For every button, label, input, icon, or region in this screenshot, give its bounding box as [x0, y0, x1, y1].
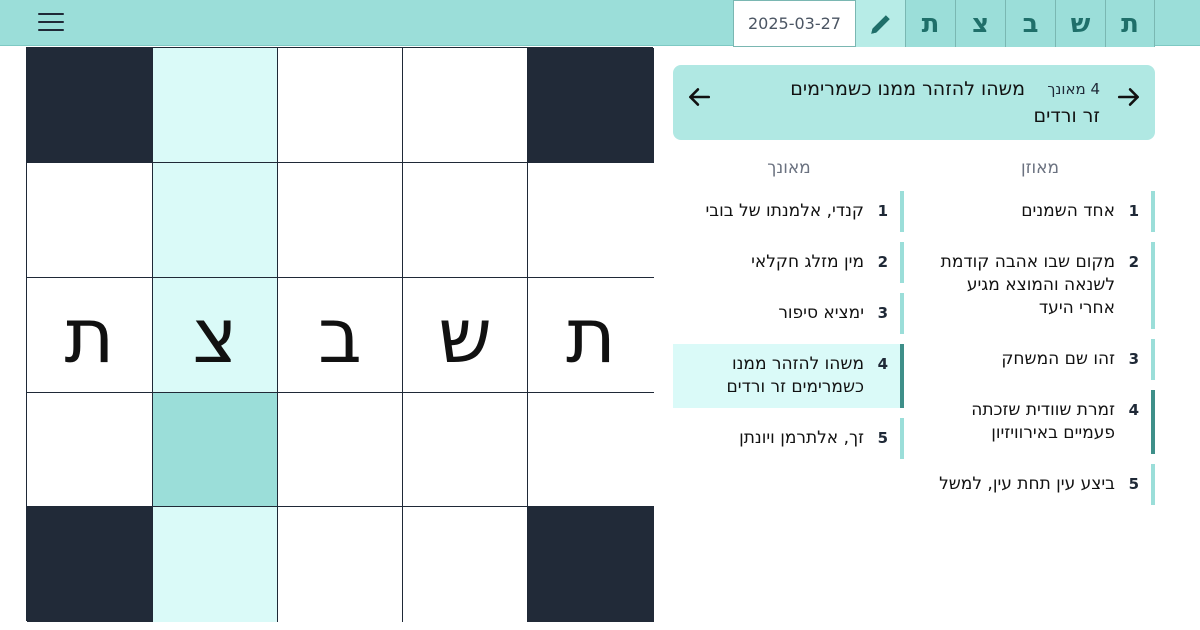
clue-text: אחד השמנים	[1021, 201, 1115, 221]
black-cell	[528, 507, 654, 622]
across-header: מאוזן	[1020, 158, 1060, 178]
down-clue-3[interactable]: 3 ימציא סיפור	[673, 293, 904, 334]
letter-button-shin[interactable]: ש	[1055, 0, 1105, 47]
across-clue-1[interactable]: 1 אחד השמנים	[918, 191, 1155, 232]
down-header: מאונך	[767, 158, 811, 178]
down-clue-5[interactable]: 5 זך, אלתרמן ויונתן	[673, 418, 904, 459]
grid-cell[interactable]: צ	[153, 278, 278, 393]
current-clue-text: משהו להזהר ממנו כשמרימים זר ורדים	[790, 78, 1100, 127]
grid-cell[interactable]	[153, 507, 278, 622]
grid-cell[interactable]	[27, 393, 153, 507]
arrow-left-icon	[689, 88, 711, 106]
grid-cell[interactable]	[528, 393, 654, 507]
clue-text: ימציא סיפור	[778, 303, 864, 323]
letter-button-tav-2[interactable]: ת	[905, 0, 955, 47]
clue-number: 2	[1128, 253, 1139, 271]
down-clue-1[interactable]: 1 קנדי, אלמנתו של בובי	[673, 191, 904, 232]
across-clue-4[interactable]: 4 זמרת שוודית שזכתה פעמיים באירוויזיון	[918, 390, 1155, 454]
across-clue-5[interactable]: 5 ביצע עין תחת עין, למשל	[918, 464, 1155, 505]
clue-number: 4	[877, 355, 888, 373]
grid-cell[interactable]: ת	[27, 278, 153, 393]
grid-cell[interactable]	[153, 393, 278, 507]
edit-button[interactable]	[855, 0, 905, 47]
grid-cell[interactable]	[278, 48, 403, 163]
clue-number: 3	[1128, 350, 1139, 368]
crossword-grid: תצבשת	[26, 47, 654, 622]
current-clue-banner: 4 מאונך משהו להזהר ממנו כשמרימים זר ורדי…	[673, 65, 1155, 140]
clue-text: ביצע עין תחת עין, למשל	[939, 474, 1115, 494]
down-clue-4[interactable]: 4 משהו להזהר ממנו כשמרימים זר ורדים	[673, 344, 904, 408]
clue-text: מקום שבו אהבה קודמת לשנאה והמוצא מגיע אח…	[940, 252, 1115, 318]
letter-button-tav-1[interactable]: ת	[1105, 0, 1155, 47]
prev-clue-button[interactable]	[683, 81, 715, 113]
date-picker[interactable]: 2025-03-27	[733, 0, 855, 47]
letter-button-tsadi[interactable]: צ	[955, 0, 1005, 47]
clue-text: מין מזלג חקלאי	[751, 252, 864, 272]
grid-cell[interactable]	[153, 48, 278, 163]
toolbar: ת ש ב צ ת 2025-03-27	[733, 0, 1155, 47]
grid-cell[interactable]	[528, 163, 654, 278]
grid-cell[interactable]	[403, 163, 528, 278]
down-clue-list: 1 קנדי, אלמנתו של בובי 2 מין מזלג חקלאי …	[673, 191, 904, 469]
next-clue-button[interactable]	[1113, 81, 1145, 113]
grid-cell[interactable]: ש	[403, 278, 528, 393]
clue-text: זך, אלתרמן ויונתן	[739, 428, 864, 448]
clue-number: 5	[1128, 475, 1139, 493]
grid-cell[interactable]	[403, 507, 528, 622]
across-clue-3[interactable]: 3 זהו שם המשחק	[918, 339, 1155, 380]
grid-cell[interactable]: ב	[278, 278, 403, 393]
clue-number: 1	[877, 202, 888, 220]
grid-cell[interactable]: ת	[528, 278, 654, 393]
grid-cell[interactable]	[278, 507, 403, 622]
clue-number: 1	[1128, 202, 1139, 220]
across-clue-2[interactable]: 2 מקום שבו אהבה קודמת לשנאה והמוצא מגיע …	[918, 242, 1155, 329]
grid-cell[interactable]	[403, 393, 528, 507]
down-clue-2[interactable]: 2 מין מזלג חקלאי	[673, 242, 904, 283]
clue-text: זהו שם המשחק	[1001, 349, 1115, 369]
letter-button-bet[interactable]: ב	[1005, 0, 1055, 47]
pencil-icon	[870, 14, 890, 34]
grid-cell[interactable]	[278, 163, 403, 278]
hamburger-menu-icon[interactable]	[38, 13, 64, 33]
clue-text: קנדי, אלמנתו של בובי	[705, 201, 864, 221]
black-cell	[528, 48, 654, 163]
clue-number: 2	[877, 253, 888, 271]
clue-number: 5	[877, 429, 888, 447]
grid-cell[interactable]	[403, 48, 528, 163]
grid-cell[interactable]	[27, 163, 153, 278]
grid-cell[interactable]	[153, 163, 278, 278]
clue-number: 3	[877, 304, 888, 322]
top-bar: ת ש ב צ ת 2025-03-27	[0, 0, 1200, 47]
arrow-right-icon	[1117, 88, 1139, 106]
black-cell	[27, 507, 153, 622]
clue-text: משהו להזהר ממנו כשמרימים זר ורדים	[726, 354, 865, 397]
clue-text: זמרת שוודית שזכתה פעמיים באירוויזיון	[971, 400, 1115, 443]
grid-cell[interactable]	[278, 393, 403, 507]
black-cell	[27, 48, 153, 163]
clue-number: 4	[1128, 401, 1139, 419]
across-clue-list: 1 אחד השמנים 2 מקום שבו אהבה קודמת לשנאה…	[918, 191, 1155, 515]
